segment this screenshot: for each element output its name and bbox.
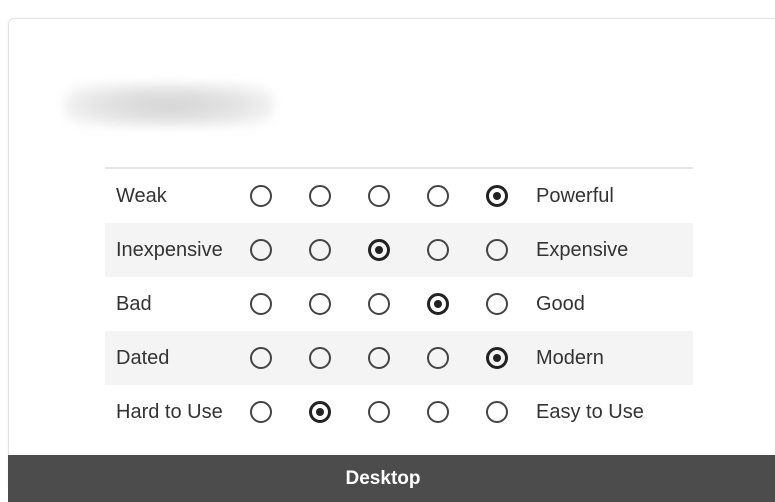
matrix-row: Bad Good: [105, 277, 693, 331]
radio-option-2[interactable]: [309, 239, 331, 261]
semantic-differential-matrix: Weak Powerful Inexpensive Expensive Bad …: [105, 167, 693, 439]
matrix-row: Dated Modern: [105, 331, 693, 385]
radio-option-4[interactable]: [427, 293, 449, 315]
radio-option-1[interactable]: [250, 239, 272, 261]
radio-option-3[interactable]: [368, 293, 390, 315]
radio-option-5[interactable]: [486, 239, 508, 261]
radio-option-2[interactable]: [309, 401, 331, 423]
row-left-label: Bad: [116, 292, 152, 315]
radio-option-1[interactable]: [250, 293, 272, 315]
radio-option-4[interactable]: [427, 347, 449, 369]
radio-option-1[interactable]: [250, 401, 272, 423]
row-right-label: Powerful: [536, 184, 614, 207]
radio-group: [250, 239, 536, 261]
row-left-label: Weak: [116, 184, 167, 207]
radio-option-1[interactable]: [250, 185, 272, 207]
radio-option-1[interactable]: [250, 347, 272, 369]
row-left-label: Dated: [116, 346, 170, 369]
radio-option-3[interactable]: [368, 401, 390, 423]
row-right-label: Modern: [536, 346, 604, 369]
radio-option-3[interactable]: [368, 347, 390, 369]
radio-option-4[interactable]: [427, 239, 449, 261]
matrix-row: Inexpensive Expensive: [105, 223, 693, 277]
radio-option-2[interactable]: [309, 293, 331, 315]
radio-group: [250, 293, 536, 315]
row-right-label: Good: [536, 292, 585, 315]
radio-option-5[interactable]: [486, 185, 508, 207]
radio-option-3[interactable]: [368, 239, 390, 261]
device-label-bar: Desktop: [8, 455, 775, 502]
radio-option-4[interactable]: [427, 185, 449, 207]
radio-option-3[interactable]: [368, 185, 390, 207]
row-left-label: Hard to Use: [116, 400, 223, 423]
radio-option-2[interactable]: [309, 185, 331, 207]
row-left-label: Inexpensive: [116, 238, 223, 261]
radio-option-5[interactable]: [486, 401, 508, 423]
blurred-question-title: [64, 83, 274, 127]
device-label: Desktop: [345, 467, 421, 489]
row-right-label: Expensive: [536, 238, 629, 261]
radio-option-5[interactable]: [486, 293, 508, 315]
radio-group: [250, 347, 536, 369]
radio-option-2[interactable]: [309, 347, 331, 369]
radio-group: [250, 401, 536, 423]
radio-option-5[interactable]: [486, 347, 508, 369]
radio-option-4[interactable]: [427, 401, 449, 423]
matrix-row: Hard to Use Easy to Use: [105, 385, 693, 439]
radio-group: [250, 185, 536, 207]
screenshot-stage: Weak Powerful Inexpensive Expensive Bad …: [0, 0, 775, 502]
row-right-label: Easy to Use: [536, 400, 644, 423]
matrix-row: Weak Powerful: [105, 169, 693, 223]
